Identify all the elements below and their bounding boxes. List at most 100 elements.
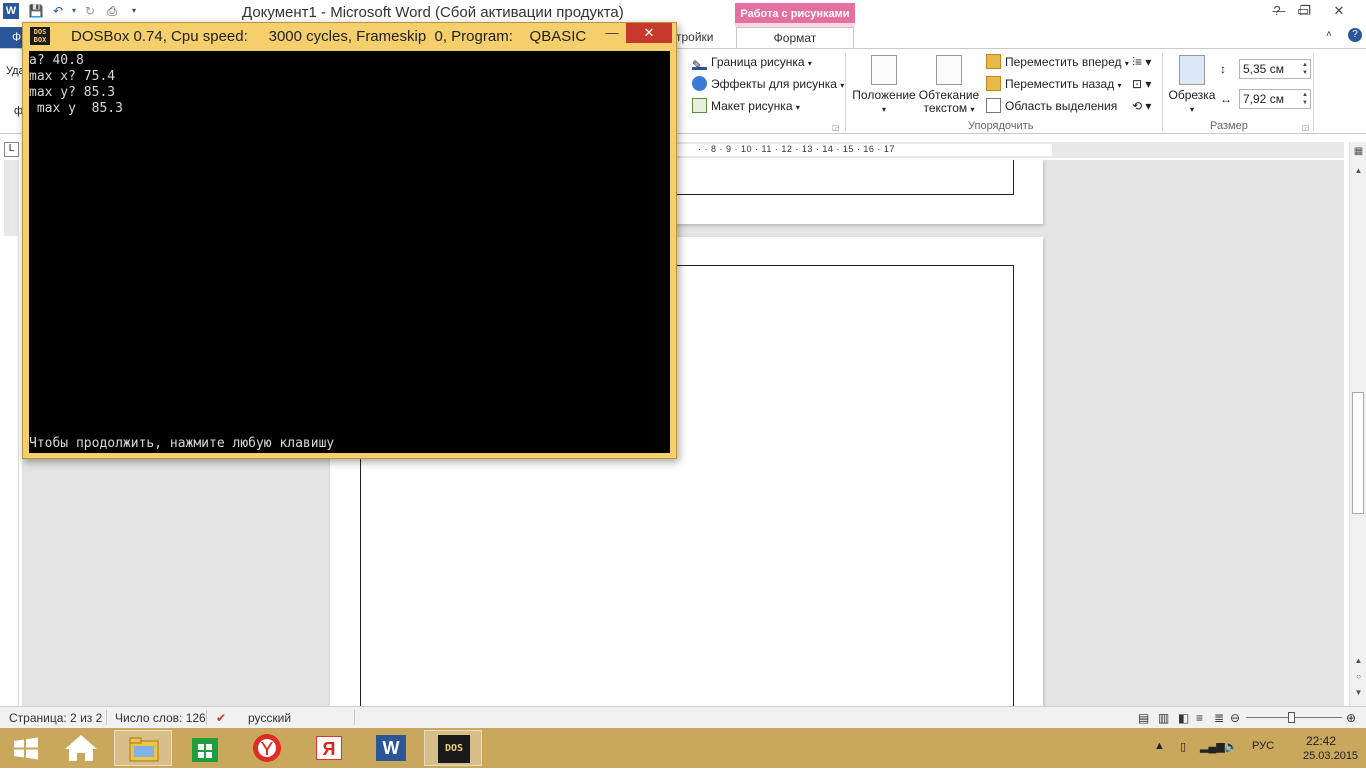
taskbar-home[interactable] <box>52 730 110 766</box>
prev-page-icon[interactable]: ▲ <box>1353 656 1364 665</box>
arrange-group-label: Упорядочить <box>968 120 1034 132</box>
group-button[interactable]: ⊡ ▾ <box>1132 74 1151 94</box>
clock-time[interactable]: 22:42 <box>1306 734 1336 748</box>
start-button[interactable] <box>0 730 52 766</box>
print-icon[interactable]: ⎙ <box>104 3 120 19</box>
show-hidden-icons[interactable]: ▲ <box>1154 740 1165 752</box>
picture-styles-launcher-icon[interactable]: ◲ <box>832 123 840 132</box>
proofing-icon[interactable]: ✔ <box>216 711 226 725</box>
align-button[interactable]: ⫶≡ ▾ <box>1132 52 1151 72</box>
dosbox-screen[interactable]: a? 40.8 max x? 75.4 max y? 85.3 max y 85… <box>29 51 670 453</box>
group-icon: ⊡ ▾ <box>1132 77 1152 91</box>
crop-button[interactable]: Обрезка ▾ <box>1168 55 1216 116</box>
dosbox-close-icon[interactable]: ✕ <box>626 23 672 43</box>
ruler-toggle-icon[interactable]: ▦ <box>1353 146 1364 157</box>
home-icon <box>65 735 97 761</box>
collapse-ribbon-icon[interactable]: ˄ <box>1326 29 1332 40</box>
minimize-icon[interactable]: — <box>1266 2 1292 20</box>
selection-pane-icon <box>986 98 1001 113</box>
crop-label: Обрезка <box>1168 88 1216 102</box>
send-backward-label: Переместить назад <box>1005 77 1115 91</box>
size-launcher-icon[interactable]: ◲ <box>1302 123 1310 132</box>
rotate-icon: ⟲ ▾ <box>1132 99 1152 113</box>
folder-icon <box>129 737 159 762</box>
undo-icon[interactable]: ↶ <box>50 3 66 19</box>
separator <box>1313 53 1314 131</box>
wrap-text-label-1: Обтекание <box>918 88 980 102</box>
taskbar-explorer[interactable] <box>114 730 172 766</box>
redo-icon[interactable]: ↻ <box>82 3 98 19</box>
taskbar-dosbox[interactable]: DOS <box>424 730 482 766</box>
send-backward-button[interactable]: Переместить назад ▾ <box>986 74 1122 94</box>
bring-forward-button[interactable]: Переместить вперед ▾ <box>986 52 1129 72</box>
zoom-out-icon[interactable]: ⊖ <box>1230 711 1240 725</box>
page-counter[interactable]: Страница: 2 из 2 <box>9 711 102 725</box>
rotate-button[interactable]: ⟲ ▾ <box>1132 96 1151 116</box>
wrap-text-button[interactable]: Обтекание текстом ▾ <box>918 55 980 116</box>
separator <box>354 710 355 725</box>
position-label: Положение <box>852 88 916 102</box>
network-icon[interactable]: ▂▄▆ <box>1200 740 1225 753</box>
crop-icon <box>1179 55 1205 85</box>
tab-format[interactable]: Формат <box>736 27 854 49</box>
picture-layout-button[interactable]: Макет рисунка ▾ <box>692 96 800 116</box>
separator <box>845 53 846 131</box>
height-icon: ↕ <box>1220 62 1226 76</box>
full-screen-reading-icon[interactable]: ▥ <box>1158 711 1169 725</box>
dosbox-titlebar[interactable]: DOS BOX DOSBox 0.74, Cpu speed: 3000 cycl… <box>23 23 676 49</box>
close-icon[interactable]: ✕ <box>1326 2 1352 20</box>
restore-icon[interactable]: ❐ <box>1292 2 1318 20</box>
picture-border-button[interactable]: ✎ Граница рисунка ▾ <box>692 52 812 72</box>
customize-qat-icon[interactable]: ▾ <box>126 3 142 19</box>
ruler-numbers: · · 8 · 9 · 10 · 11 · 12 · 13 · 14 · 15 … <box>698 144 895 154</box>
scroll-up-icon[interactable]: ▲ <box>1353 166 1364 175</box>
tab-settings[interactable]: тройки <box>676 30 714 44</box>
status-bar: Страница: 2 из 2 Число слов: 126 ✔ русск… <box>0 706 1366 728</box>
dosbox-title: DOSBox 0.74, Cpu speed: 3000 cycles, Fra… <box>71 28 587 45</box>
dosbox-icon-text-2: BOX <box>33 36 47 44</box>
tab-selector-icon[interactable]: L <box>4 142 19 157</box>
vertical-scrollbar[interactable]: ▦ ▲ ▲ ○ ▼ <box>1349 142 1366 706</box>
picture-border-label: Граница рисунка <box>711 55 805 69</box>
console-line: max x? 75.4 <box>29 69 116 84</box>
browse-object-icon[interactable]: ○ <box>1353 672 1364 681</box>
volume-icon[interactable]: 🔈 <box>1224 740 1238 753</box>
clock-date[interactable]: 25.03.2015 <box>1303 750 1358 762</box>
print-layout-icon[interactable]: ▤ <box>1138 711 1149 725</box>
taskbar-word[interactable]: W <box>362 730 420 766</box>
taskbar-store[interactable] <box>176 730 234 766</box>
outline-icon[interactable]: ≡ <box>1196 711 1203 725</box>
windows-logo-icon <box>14 737 38 760</box>
help-circle-icon[interactable]: ? <box>1348 28 1362 42</box>
draft-icon[interactable]: ≣ <box>1214 711 1224 725</box>
height-field[interactable]: 5,35 см <box>1239 59 1311 79</box>
taskbar-yandex[interactable]: Я <box>300 730 358 766</box>
yandex-icon: Я <box>316 736 342 760</box>
taskbar-yandex-browser[interactable] <box>238 730 296 766</box>
save-icon[interactable]: 💾 <box>28 3 44 19</box>
scroll-down-icon[interactable]: ▼ <box>1353 688 1364 697</box>
picture-layout-label: Макет рисунка <box>711 99 793 113</box>
battery-icon[interactable]: ▯ <box>1180 740 1186 753</box>
undo-dropdown-icon[interactable]: ▾ <box>66 3 82 19</box>
layout-icon <box>692 98 707 113</box>
zoom-in-icon[interactable]: ⊕ <box>1346 711 1356 725</box>
dosbox-window[interactable]: DOS BOX DOSBox 0.74, Cpu speed: 3000 cycl… <box>22 22 677 459</box>
web-layout-icon[interactable]: ◧ <box>1178 711 1189 725</box>
console-line: a? 40.8 <box>29 53 84 68</box>
zoom-slider-thumb[interactable] <box>1288 712 1295 723</box>
scroll-thumb[interactable] <box>1352 392 1364 514</box>
dosbox-app-icon[interactable]: DOS BOX <box>30 27 50 45</box>
word-count[interactable]: Число слов: 126 <box>115 711 206 725</box>
language-indicator[interactable]: русский <box>248 711 291 725</box>
wrap-text-label-2: текстом <box>923 101 968 115</box>
word-app-icon[interactable]: W <box>3 3 19 19</box>
input-language[interactable]: РУС <box>1252 740 1274 752</box>
width-field[interactable]: 7,92 см <box>1239 89 1311 109</box>
position-button[interactable]: Положение ▾ <box>852 55 916 116</box>
store-icon <box>192 738 218 762</box>
spacer-b <box>598 23 626 43</box>
picture-effects-button[interactable]: Эффекты для рисунка ▾ <box>692 74 844 94</box>
width-icon: ↔ <box>1220 92 1232 106</box>
selection-pane-button[interactable]: Область выделения <box>986 96 1117 116</box>
